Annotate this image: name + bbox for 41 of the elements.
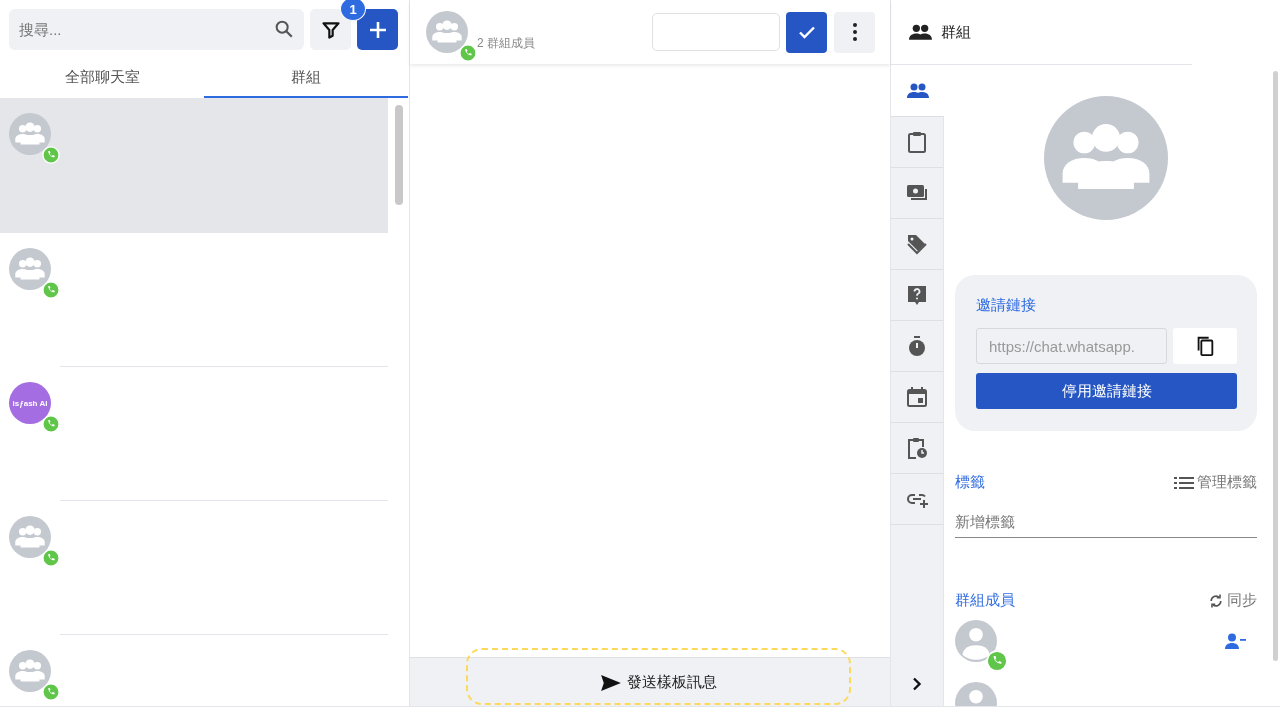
chevron-right-icon <box>912 677 922 691</box>
more-button[interactable] <box>834 11 875 53</box>
disable-link-button[interactable]: 停用邀請鏈接 <box>976 373 1237 409</box>
group-avatar <box>9 113 51 155</box>
logo-avatar: isƒash AI <box>9 382 51 424</box>
panel-title: 群組 <box>941 22 971 42</box>
search-field[interactable]: 搜尋... <box>9 9 304 50</box>
copy-button[interactable] <box>1173 328 1237 364</box>
section-heading: 邀請鏈接 <box>976 296 1037 315</box>
person-avatar <box>955 620 997 662</box>
scrollbar-thumb[interactable] <box>394 105 403 205</box>
remove-member-button[interactable] <box>1225 633 1247 649</box>
scrollbar-thumb[interactable] <box>1272 71 1278 661</box>
section-heading: 標籤 <box>955 473 985 492</box>
side-tab[interactable] <box>891 65 944 117</box>
confirm-button[interactable] <box>786 11 827 53</box>
group-avatar <box>9 516 51 558</box>
manage-tags-button[interactable]: 管理標籤 <box>1174 473 1257 492</box>
text-field[interactable] <box>652 13 780 51</box>
clipboard-clock-icon <box>905 436 929 460</box>
send-template-button[interactable]: 發送樣板訊息 <box>466 648 851 705</box>
filter-count-badge: 1 <box>340 0 366 21</box>
group-avatar <box>9 248 51 290</box>
sync-icon <box>1208 592 1224 609</box>
filter-button[interactable] <box>310 9 351 50</box>
filter-icon <box>320 19 341 40</box>
section-heading: 群組成員 <box>955 591 1015 610</box>
sync-button[interactable]: 同步 <box>1208 591 1257 610</box>
help-icon <box>905 283 929 307</box>
group-avatar <box>426 11 468 53</box>
calendar-icon <box>905 385 929 409</box>
tag-icon <box>905 232 929 256</box>
send-icon <box>600 673 622 692</box>
list-icon <box>1174 475 1194 490</box>
person-remove-icon <box>1225 633 1247 649</box>
clipboard-icon <box>905 130 929 154</box>
group-avatar <box>9 650 51 692</box>
search-icon <box>273 18 295 40</box>
member-count: 2 群組成員 <box>477 34 535 52</box>
add-button[interactable] <box>357 9 398 50</box>
more-icon <box>851 22 858 42</box>
